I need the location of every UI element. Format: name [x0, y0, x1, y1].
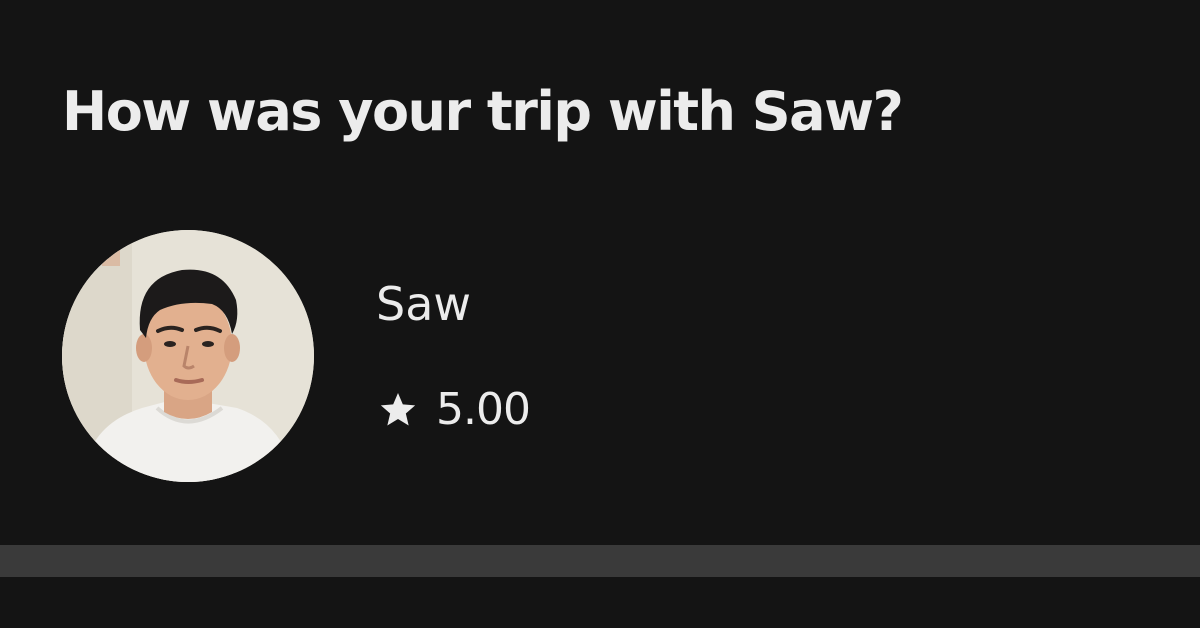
driver-photo-icon — [62, 230, 314, 482]
driver-card: Saw 5.00 — [62, 230, 762, 485]
trip-rating-screen: How was your trip with Saw? Saw 5.00 — [0, 0, 1200, 628]
star-icon — [378, 390, 418, 430]
section-divider — [0, 545, 1200, 577]
bottom-panel — [0, 577, 1200, 628]
rating-value: 5.00 — [436, 384, 531, 435]
driver-name: Saw — [376, 277, 472, 331]
driver-rating: 5.00 — [378, 380, 531, 440]
rating-question-title: How was your trip with Saw? — [62, 80, 904, 143]
driver-avatar — [62, 230, 314, 482]
